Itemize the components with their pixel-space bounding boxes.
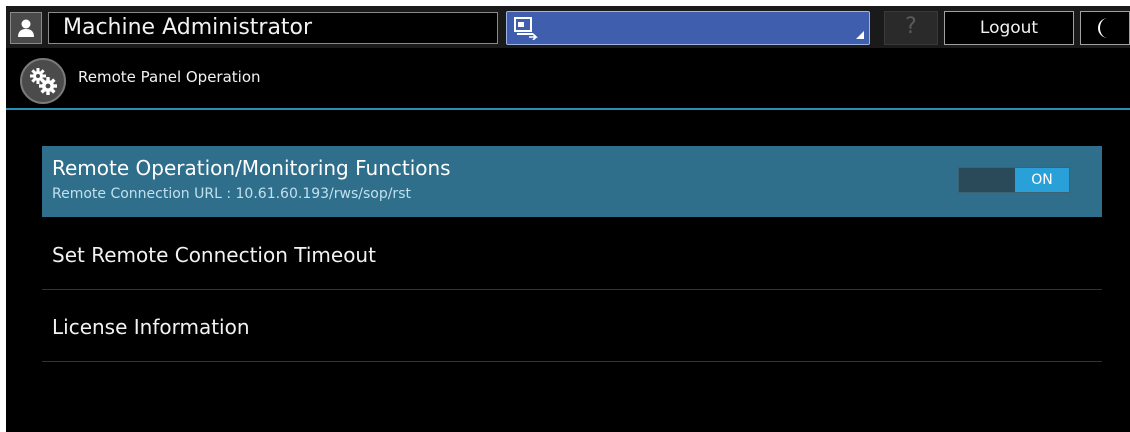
panel-screen: Machine Administrator ? Logout Remote Pa… bbox=[6, 6, 1130, 432]
page-header: Remote Panel Operation bbox=[6, 50, 1130, 110]
toggle-on-label: ON bbox=[1015, 168, 1069, 192]
user-icon bbox=[18, 19, 34, 37]
top-bar: Machine Administrator ? Logout bbox=[6, 6, 1130, 48]
night-mode-button[interactable] bbox=[1080, 11, 1130, 45]
list-item-label: Remote Operation/Monitoring Functions bbox=[52, 156, 451, 180]
page-title: Remote Panel Operation bbox=[78, 68, 261, 86]
remote-url-label: Remote Connection URL : 10.61.60.193/rws… bbox=[52, 186, 411, 202]
screen-select-button[interactable] bbox=[506, 11, 870, 45]
list-item-remote-operation[interactable]: Remote Operation/Monitoring Functions Re… bbox=[42, 146, 1102, 217]
moon-icon bbox=[1098, 18, 1108, 38]
list-item-connection-timeout[interactable]: Set Remote Connection Timeout bbox=[42, 219, 1102, 290]
help-button[interactable]: ? bbox=[884, 11, 938, 45]
list-item-label: Set Remote Connection Timeout bbox=[52, 243, 376, 267]
list-item-label: License Information bbox=[52, 315, 250, 339]
logout-button[interactable]: Logout bbox=[944, 11, 1074, 45]
user-button[interactable] bbox=[10, 12, 42, 44]
remote-operation-toggle[interactable]: ON bbox=[958, 167, 1070, 193]
user-name-label: Machine Administrator bbox=[48, 12, 498, 44]
gears-icon bbox=[20, 58, 66, 104]
list-item-license-information[interactable]: License Information bbox=[42, 291, 1102, 362]
screen-switch-icon bbox=[513, 16, 539, 44]
dropdown-corner-icon bbox=[856, 31, 864, 39]
